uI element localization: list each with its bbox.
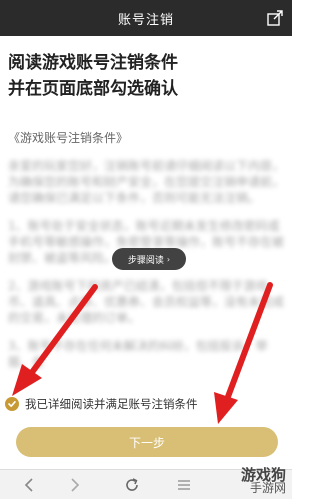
menu-icon[interactable] [176,477,192,493]
document-paragraph: 2、游戏账号下的资产已结清，包括但不限于游戏币、道具、点券、优惠券、会员权益等，… [8,279,285,325]
next-step-button[interactable]: 下一步 [16,427,278,457]
step-reading-pill[interactable]: 步骤阅读 › [112,248,186,270]
chevron-right-icon: › [166,254,171,264]
document-title: 《游戏账号注销条件》 [8,131,129,145]
forward-icon[interactable] [66,477,82,493]
page-title: 账号注销 [117,12,174,28]
instruction-heading: 阅读游戏账号注销条件 并在页面底部勾选确认 [8,50,284,102]
refresh-icon[interactable] [124,477,140,493]
top-bar: 账号注销 [0,0,292,36]
agreement-checkbox-row[interactable]: 我已详细阅读并满足账号注销条件 [5,395,198,413]
agreement-label: 我已详细阅读并满足账号注销条件 [25,397,198,411]
watermark: 游戏狗 手游网 [241,468,286,495]
document-paragraph: 亲爱的玩家您好，注销账号前请仔细阅读以下内容，为确保您的账号和财产安全，在您提交… [8,159,285,205]
heading-line-1: 阅读游戏账号注销条件 [8,53,178,73]
heading-line-2: 并在页面底部勾选确认 [8,79,178,99]
document-paragraph: 3、账号不存在任何未解决的纠纷，包括投诉、举报、金 [8,339,268,369]
checkmark-icon[interactable] [5,397,19,411]
share-icon[interactable] [266,9,284,27]
back-icon[interactable] [22,477,38,493]
pill-label: 步骤阅读 [127,255,164,266]
